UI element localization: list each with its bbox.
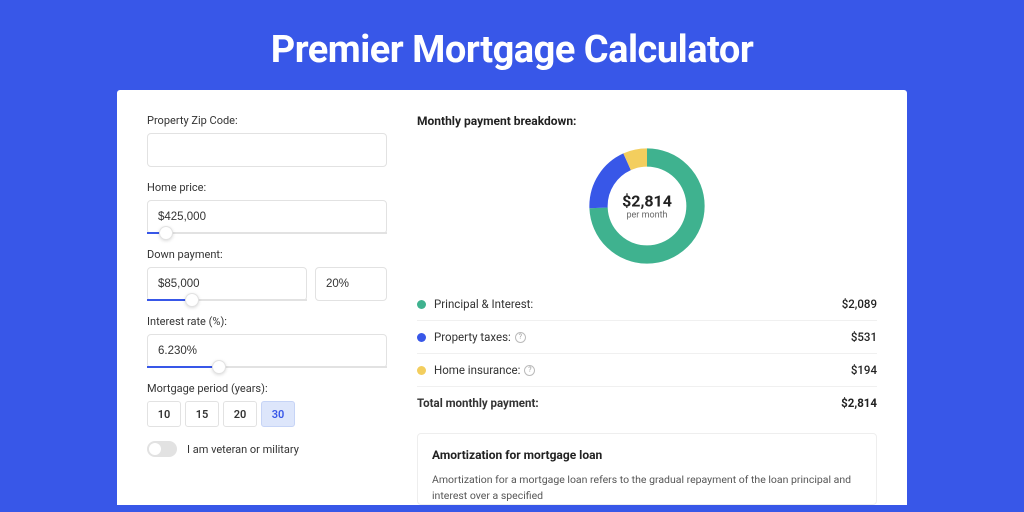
amortization-body: Amortization for a mortgage loan refers … (432, 472, 862, 504)
legend-row-taxes: Property taxes: ? $531 (417, 321, 877, 354)
slider-thumb[interactable] (159, 226, 173, 240)
period-option-10[interactable]: 10 (147, 401, 181, 427)
zip-field-group: Property Zip Code: (147, 114, 387, 167)
toggle-knob (149, 443, 161, 455)
donut-total: $2,814 (622, 192, 672, 211)
legend-total-label: Total monthly payment: (417, 396, 841, 410)
down-payment-input[interactable] (147, 267, 307, 301)
legend-row-principal: Principal & Interest: $2,089 (417, 288, 877, 321)
legend-label: Principal & Interest: (434, 297, 842, 311)
interest-group: Interest rate (%): (147, 315, 387, 368)
period-options: 10 15 20 30 (147, 401, 387, 427)
donut-sub: per month (622, 211, 672, 221)
info-icon[interactable]: ? (524, 365, 535, 376)
results-panel: Monthly payment breakdown: $2,814 per mo… (417, 114, 877, 505)
home-price-group: Home price: (147, 181, 387, 234)
period-option-15[interactable]: 15 (185, 401, 219, 427)
legend-value: $531 (851, 330, 877, 344)
legend-value: $194 (851, 363, 877, 377)
down-payment-pct-input[interactable] (315, 267, 387, 301)
info-icon[interactable]: ? (515, 332, 526, 343)
legend-dot (417, 300, 426, 309)
veteran-label: I am veteran or military (187, 443, 299, 456)
home-price-label: Home price: (147, 181, 387, 194)
slider-thumb[interactable] (185, 293, 199, 307)
period-group: Mortgage period (years): 10 15 20 30 (147, 382, 387, 427)
down-payment-label: Down payment: (147, 248, 387, 261)
calculator-card: Property Zip Code: Home price: Down paym… (117, 90, 907, 505)
legend-row-total: Total monthly payment: $2,814 (417, 387, 877, 419)
legend-dot (417, 366, 426, 375)
input-panel: Property Zip Code: Home price: Down paym… (147, 114, 387, 505)
period-label: Mortgage period (years): (147, 382, 387, 395)
veteran-toggle-row: I am veteran or military (147, 441, 387, 457)
down-payment-slider[interactable] (147, 299, 307, 301)
page-title: Premier Mortgage Calculator (0, 0, 1024, 90)
amortization-box: Amortization for mortgage loan Amortizat… (417, 433, 877, 505)
period-option-20[interactable]: 20 (223, 401, 257, 427)
home-price-slider[interactable] (147, 232, 387, 234)
legend: Principal & Interest: $2,089 Property ta… (417, 288, 877, 419)
legend-total-value: $2,814 (841, 396, 877, 410)
legend-label: Property taxes: ? (434, 330, 851, 344)
zip-label: Property Zip Code: (147, 114, 387, 127)
veteran-toggle[interactable] (147, 441, 177, 457)
amortization-title: Amortization for mortgage loan (432, 448, 862, 462)
slider-thumb[interactable] (212, 360, 226, 374)
period-option-30[interactable]: 30 (261, 401, 295, 427)
interest-slider[interactable] (147, 366, 387, 368)
legend-value: $2,089 (842, 297, 877, 311)
legend-dot (417, 333, 426, 342)
interest-input[interactable] (147, 334, 387, 368)
payment-donut-chart: $2,814 per month (583, 142, 711, 270)
legend-label: Home insurance: ? (434, 363, 851, 377)
zip-input[interactable] (147, 133, 387, 167)
legend-row-insurance: Home insurance: ? $194 (417, 354, 877, 387)
interest-label: Interest rate (%): (147, 315, 387, 328)
donut-chart-wrap: $2,814 per month (417, 142, 877, 270)
breakdown-title: Monthly payment breakdown: (417, 114, 877, 128)
down-payment-group: Down payment: (147, 248, 387, 301)
home-price-input[interactable] (147, 200, 387, 234)
donut-center: $2,814 per month (622, 192, 672, 221)
